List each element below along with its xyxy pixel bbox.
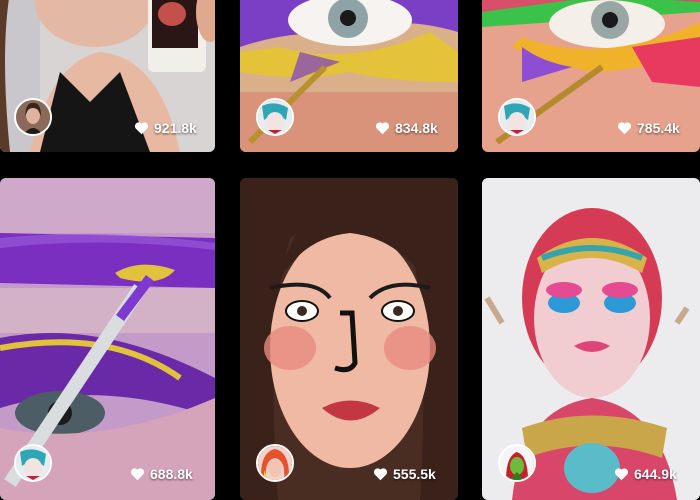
heart-icon xyxy=(130,468,145,481)
video-tile[interactable]: 644.9k xyxy=(482,178,700,500)
creator-avatar[interactable] xyxy=(498,444,536,482)
heart-icon xyxy=(375,122,390,135)
heart-icon xyxy=(614,468,629,481)
creator-avatar[interactable] xyxy=(14,98,52,136)
creator-avatar[interactable] xyxy=(498,98,536,136)
creator-avatar[interactable] xyxy=(14,444,52,482)
video-tile[interactable]: 555.5k xyxy=(240,178,458,500)
video-tile[interactable]: 785.4k xyxy=(482,0,700,152)
like-count: 785.4k xyxy=(617,120,680,136)
video-tile[interactable]: 834.8k xyxy=(240,0,458,152)
like-count-text: 555.5k xyxy=(393,466,436,482)
like-count-text: 834.8k xyxy=(395,120,438,136)
like-count: 555.5k xyxy=(373,466,436,482)
like-count-text: 921.8k xyxy=(154,120,197,136)
video-tile[interactable]: 688.8k xyxy=(0,178,215,500)
heart-icon xyxy=(134,122,149,135)
like-count: 644.9k xyxy=(614,466,677,482)
like-count-text: 644.9k xyxy=(634,466,677,482)
like-count-text: 688.8k xyxy=(150,466,193,482)
heart-icon xyxy=(373,468,388,481)
creator-avatar[interactable] xyxy=(256,98,294,136)
like-count-text: 785.4k xyxy=(637,120,680,136)
heart-icon xyxy=(617,122,632,135)
like-count: 921.8k xyxy=(134,120,197,136)
creator-avatar[interactable] xyxy=(256,444,294,482)
like-count: 834.8k xyxy=(375,120,438,136)
video-tile[interactable]: 921.8k xyxy=(0,0,215,152)
video-grid: 921.8k 834.8k 785.4k 688.8k 555.5k 644.9… xyxy=(0,0,700,500)
like-count: 688.8k xyxy=(130,466,193,482)
